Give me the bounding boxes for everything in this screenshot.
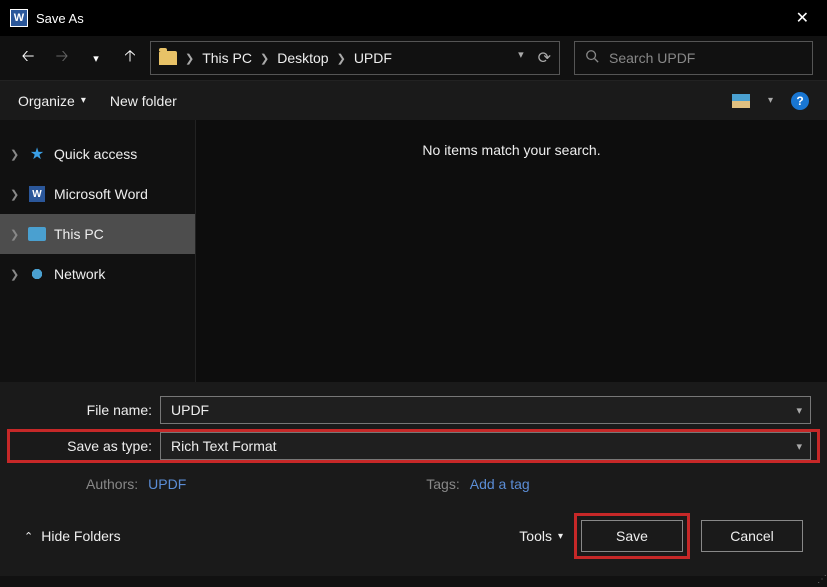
pc-icon [28, 227, 46, 241]
chevron-right-icon: ❯ [333, 52, 350, 65]
help-button[interactable]: ? [791, 92, 809, 110]
sidebar: ❯ ★ Quick access ❯ W Microsoft Word ❯ Th… [0, 120, 196, 382]
sidebar-item-label: This PC [54, 226, 104, 242]
save-form: File name: UPDF ▾ Save as type: Rich Tex… [0, 382, 827, 576]
chevron-right-icon: ❯ [10, 188, 20, 201]
view-dropdown[interactable]: ▾ [768, 95, 773, 106]
search-input[interactable]: Search UPDF [574, 41, 813, 75]
authors-value[interactable]: UPDF [148, 476, 186, 492]
chevron-right-icon: ❯ [181, 52, 198, 65]
organize-menu[interactable]: Organize ▾ [18, 93, 86, 109]
close-button[interactable]: ✕ [788, 4, 817, 32]
sidebar-item-this-pc[interactable]: ❯ This PC [0, 214, 195, 254]
back-button[interactable]: 🡠 [14, 44, 42, 72]
tags-value[interactable]: Add a tag [470, 476, 530, 492]
chevron-right-icon: ❯ [10, 148, 20, 161]
chevron-up-icon: ⌃ [24, 530, 33, 543]
toolbar: Organize ▾ New folder ▾ ? [0, 80, 827, 120]
forward-button[interactable]: 🡢 [48, 44, 76, 72]
tags-label: Tags: [426, 476, 459, 492]
breadcrumb-mid[interactable]: Desktop [277, 50, 328, 66]
authors-label: Authors: [86, 476, 138, 492]
save-button[interactable]: Save [581, 520, 683, 552]
nav-bar: 🡠 🡢 ▾ 🡡 ❯ This PC ❯ Desktop ❯ UPDF ▾ ⟳ S… [0, 36, 827, 80]
sidebar-item-network[interactable]: ❯ Network [0, 254, 195, 294]
network-icon [29, 266, 45, 282]
filename-input[interactable]: UPDF ▾ [160, 396, 811, 424]
address-dropdown[interactable]: ▾ [518, 48, 524, 68]
hide-folders-toggle[interactable]: ⌃ Hide Folders [24, 528, 121, 544]
empty-message: No items match your search. [422, 142, 600, 158]
word-app-icon: W [10, 9, 28, 27]
resize-grip[interactable]: ⋰ [817, 574, 825, 585]
folder-icon [159, 51, 177, 65]
chevron-right-icon: ❯ [10, 228, 20, 241]
view-options-icon[interactable] [732, 94, 750, 108]
main-area: ❯ ★ Quick access ❯ W Microsoft Word ❯ Th… [0, 120, 827, 382]
chevron-right-icon: ❯ [256, 52, 273, 65]
window-title: Save As [36, 11, 84, 26]
tools-menu[interactable]: Tools ▾ [519, 528, 563, 544]
sidebar-item-label: Microsoft Word [54, 186, 148, 202]
savetype-label: Save as type: [10, 438, 160, 454]
footer: ⌃ Hide Folders Tools ▾ Save Cancel [10, 506, 817, 568]
chevron-down-icon: ▾ [796, 404, 802, 417]
address-bar[interactable]: ❯ This PC ❯ Desktop ❯ UPDF ▾ ⟳ [150, 41, 560, 75]
cancel-button[interactable]: Cancel [701, 520, 803, 552]
file-list-area: No items match your search. [196, 120, 827, 382]
search-icon [585, 49, 599, 68]
chevron-down-icon: ▾ [81, 95, 86, 106]
star-icon: ★ [28, 146, 46, 162]
new-folder-button[interactable]: New folder [110, 93, 177, 109]
save-type-row-highlight: Save as type: Rich Text Format ▾ [10, 432, 817, 460]
titlebar: W Save As ✕ [0, 0, 827, 36]
breadcrumb-leaf[interactable]: UPDF [354, 50, 392, 66]
recent-dropdown[interactable]: ▾ [82, 44, 110, 72]
up-button[interactable]: 🡡 [116, 44, 144, 72]
savetype-select[interactable]: Rich Text Format ▾ [160, 432, 811, 460]
word-icon: W [29, 186, 45, 202]
breadcrumb-root[interactable]: This PC [202, 50, 252, 66]
search-placeholder: Search UPDF [609, 50, 695, 66]
sidebar-item-label: Network [54, 266, 105, 282]
chevron-down-icon: ▾ [558, 531, 563, 542]
chevron-down-icon: ▾ [796, 440, 802, 453]
sidebar-item-quick-access[interactable]: ❯ ★ Quick access [0, 134, 195, 174]
filename-label: File name: [10, 402, 160, 418]
sidebar-item-label: Quick access [54, 146, 137, 162]
sidebar-item-word[interactable]: ❯ W Microsoft Word [0, 174, 195, 214]
refresh-button[interactable]: ⟳ [538, 48, 551, 68]
chevron-right-icon: ❯ [10, 268, 20, 281]
